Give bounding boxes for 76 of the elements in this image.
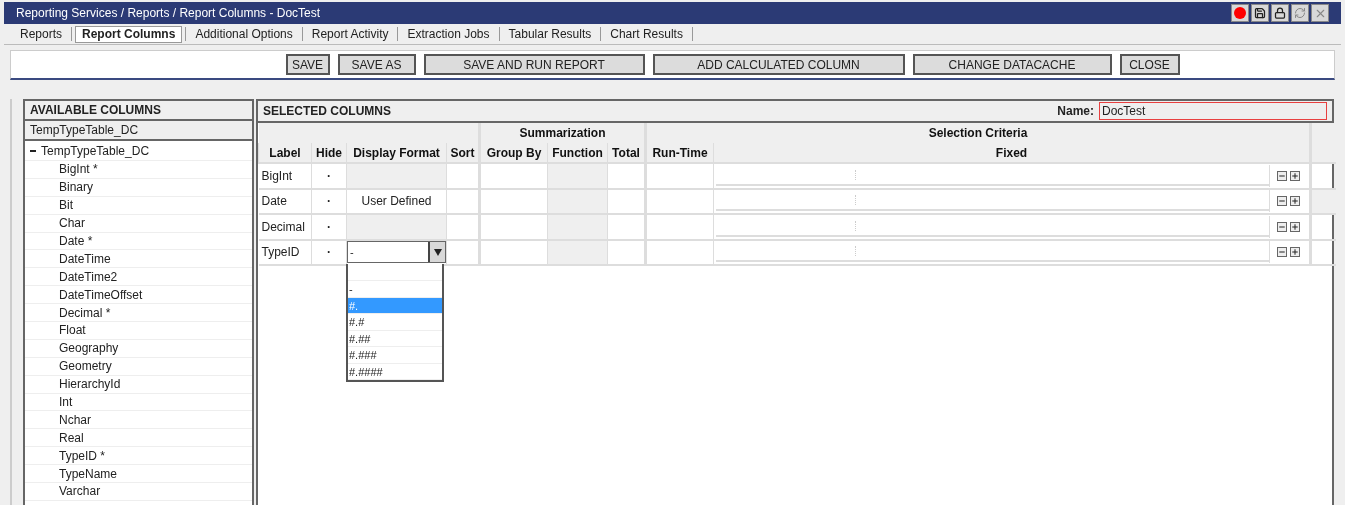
- column-header: Display Format: [353, 145, 440, 160]
- add-icon[interactable]: [1290, 221, 1300, 232]
- tree-item[interactable]: Geometry: [59, 357, 112, 376]
- column-header: Group By: [486, 145, 542, 160]
- tree-item[interactable]: Date *: [59, 232, 93, 250]
- collapse-icon[interactable]: [30, 149, 36, 152]
- tab[interactable]: Chart Results: [604, 25, 689, 43]
- tree-item[interactable]: Real: [59, 428, 84, 447]
- tree-item[interactable]: DateTimeOffset: [59, 285, 143, 304]
- tree-item[interactable]: Decimal *: [59, 303, 111, 322]
- tree-item[interactable]: TypeName: [59, 464, 118, 483]
- column-header: Sort: [450, 145, 475, 160]
- name-field[interactable]: DocTest: [1099, 102, 1327, 120]
- tree-item[interactable]: Bit: [59, 196, 73, 215]
- hide-marker[interactable]: ·: [327, 219, 331, 234]
- format-select[interactable]: -: [347, 241, 446, 264]
- name-label: Name:: [1057, 103, 1094, 120]
- tab[interactable]: Extraction Jobs: [401, 25, 496, 43]
- column-group-header: Summarization: [519, 126, 606, 140]
- tree-item[interactable]: TypeID *: [59, 446, 106, 465]
- toolbar-button[interactable]: CHANGE DATACACHE: [912, 54, 1112, 75]
- tab[interactable]: Report Activity: [305, 25, 395, 43]
- tab[interactable]: Reports: [14, 25, 69, 43]
- dropdown-option[interactable]: #.##: [348, 330, 442, 347]
- tab[interactable]: Report Columns: [75, 25, 183, 43]
- column-group-header: Selection Criteria: [928, 126, 1028, 140]
- hide-marker[interactable]: ·: [327, 168, 331, 183]
- column-header: Fixed: [995, 145, 1028, 160]
- column-header: Label: [269, 145, 301, 160]
- column-header: Function: [552, 145, 603, 160]
- save-icon[interactable]: [1251, 4, 1269, 22]
- table-cell: Decimal: [261, 219, 305, 234]
- toolbar-button[interactable]: SAVE AND RUN REPORT: [423, 54, 645, 75]
- hide-marker[interactable]: ·: [327, 245, 331, 260]
- tree-item[interactable]: Float: [59, 321, 86, 340]
- add-icon[interactable]: [1290, 196, 1300, 207]
- toolbar-button[interactable]: ADD CALCULATED COLUMN: [652, 54, 905, 75]
- panel-header: AVAILABLE COLUMNS: [25, 101, 252, 121]
- window-title: Reporting Services / Reports / Report Columns - DocTest: [16, 5, 322, 22]
- toolbar-button[interactable]: SAVE: [285, 54, 330, 75]
- remove-icon[interactable]: [1277, 196, 1287, 207]
- tree-item[interactable]: Binary: [59, 178, 93, 197]
- remove-icon[interactable]: [1277, 221, 1287, 232]
- dropdown-option[interactable]: #.####: [348, 363, 442, 380]
- tree-item[interactable]: Char: [59, 214, 85, 233]
- tab[interactable]: Tabular Results: [502, 25, 598, 43]
- table-cell: User Defined: [361, 194, 432, 209]
- remove-icon[interactable]: [1277, 170, 1287, 181]
- add-icon[interactable]: [1290, 247, 1300, 258]
- dropdown-option[interactable]: -: [348, 281, 442, 298]
- toolbar-button[interactable]: SAVE AS: [337, 54, 416, 75]
- tree-item[interactable]: Geography: [59, 339, 119, 358]
- column-header: Total: [612, 145, 640, 160]
- table-cell: BigInt: [261, 168, 293, 183]
- remove-icon[interactable]: [1277, 247, 1287, 258]
- toolbar-button[interactable]: CLOSE: [1119, 54, 1180, 75]
- lock-icon[interactable]: [1271, 4, 1289, 22]
- dropdown-option[interactable]: #.#: [348, 314, 442, 331]
- tree-item[interactable]: Nchar: [59, 410, 91, 429]
- add-icon[interactable]: [1290, 170, 1300, 181]
- data-source-label: TempTypeTable_DC: [25, 121, 252, 141]
- dropdown-option[interactable]: #.###: [348, 347, 442, 364]
- tree-item[interactable]: Int: [59, 393, 73, 412]
- column-header: Hide: [316, 145, 342, 160]
- column-header: Run-Time: [652, 145, 708, 160]
- tree-item[interactable]: Varchar: [59, 482, 101, 501]
- table-cell: TypeID: [261, 245, 300, 260]
- tree-item[interactable]: DateTime2: [59, 267, 118, 286]
- tree-item[interactable]: BigInt *: [59, 160, 98, 179]
- tree-item[interactable]: DateTime: [59, 249, 111, 268]
- tree-item[interactable]: HierarchyId: [59, 375, 121, 394]
- panel-header: SELECTED COLUMNS: [263, 103, 392, 120]
- tab[interactable]: Additional Options: [189, 25, 299, 43]
- table-cell: Date: [261, 194, 287, 209]
- hide-marker[interactable]: ·: [327, 194, 331, 209]
- tree-item[interactable]: TempTypeTable_DC: [41, 141, 150, 160]
